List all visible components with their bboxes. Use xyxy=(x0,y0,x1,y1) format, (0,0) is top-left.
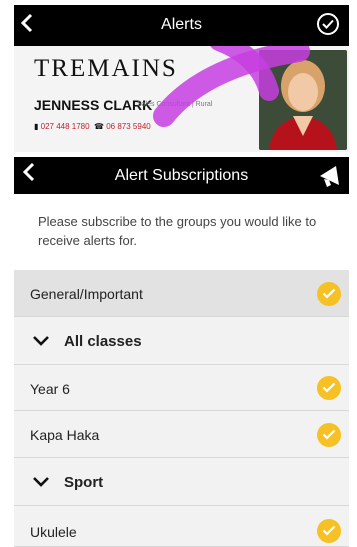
megaphone-icon xyxy=(320,166,339,187)
subscribed-check-icon[interactable] xyxy=(317,376,341,400)
intro-text: Please subscribe to the groups you would… xyxy=(38,214,317,248)
group-sport[interactable]: Sport xyxy=(14,458,349,506)
confirm-button[interactable] xyxy=(317,13,339,35)
alerts-header: Alerts xyxy=(14,5,349,46)
subscribed-check-icon[interactable] xyxy=(317,423,341,447)
check-icon xyxy=(322,19,334,29)
advert-banner[interactable]: TREMAINS JENNESS CLARK Sales Consultant … xyxy=(14,46,349,152)
row-label: Ukulele xyxy=(30,524,77,540)
page-title: Alerts xyxy=(161,16,202,33)
subscription-kapa-haka[interactable]: Kapa Haka xyxy=(14,411,349,458)
subscribed-check-icon[interactable] xyxy=(317,282,341,306)
agent-name: JENNESS CLARK xyxy=(34,97,153,113)
row-label: Kapa Haka xyxy=(30,427,100,443)
agent-photo xyxy=(259,50,347,150)
row-label: Year 6 xyxy=(30,381,70,397)
subscription-general[interactable]: General/Important xyxy=(14,270,349,317)
agent-role: Sales Consultant | Rural xyxy=(137,101,213,108)
chevron-down-icon xyxy=(33,336,49,346)
group-all-classes[interactable]: All classes xyxy=(14,317,349,365)
phone-icon: ☎ xyxy=(94,122,104,131)
group-label: Sport xyxy=(64,474,104,491)
subscription-year-6[interactable]: Year 6 xyxy=(14,365,349,411)
row-label: General/Important xyxy=(30,286,143,302)
phone-landline: 06 873 5940 xyxy=(106,122,151,131)
brand-logo: TREMAINS xyxy=(34,55,178,82)
subscriptions-header: Alert Subscriptions xyxy=(14,157,349,194)
phone-mobile: 027 448 1780 xyxy=(40,122,90,131)
mobile-phone-icon: ▮ xyxy=(34,122,39,131)
megaphone-button[interactable] xyxy=(317,161,343,194)
subscribed-check-icon[interactable] xyxy=(317,519,341,543)
agent-phones: ▮ 027 448 1780 ☎ 06 873 5940 xyxy=(34,122,151,131)
subscription-ukulele[interactable]: Ukulele xyxy=(14,506,349,547)
group-label: All classes xyxy=(64,333,142,350)
chevron-down-icon xyxy=(33,477,49,487)
subscriptions-title: Alert Subscriptions xyxy=(114,167,249,184)
